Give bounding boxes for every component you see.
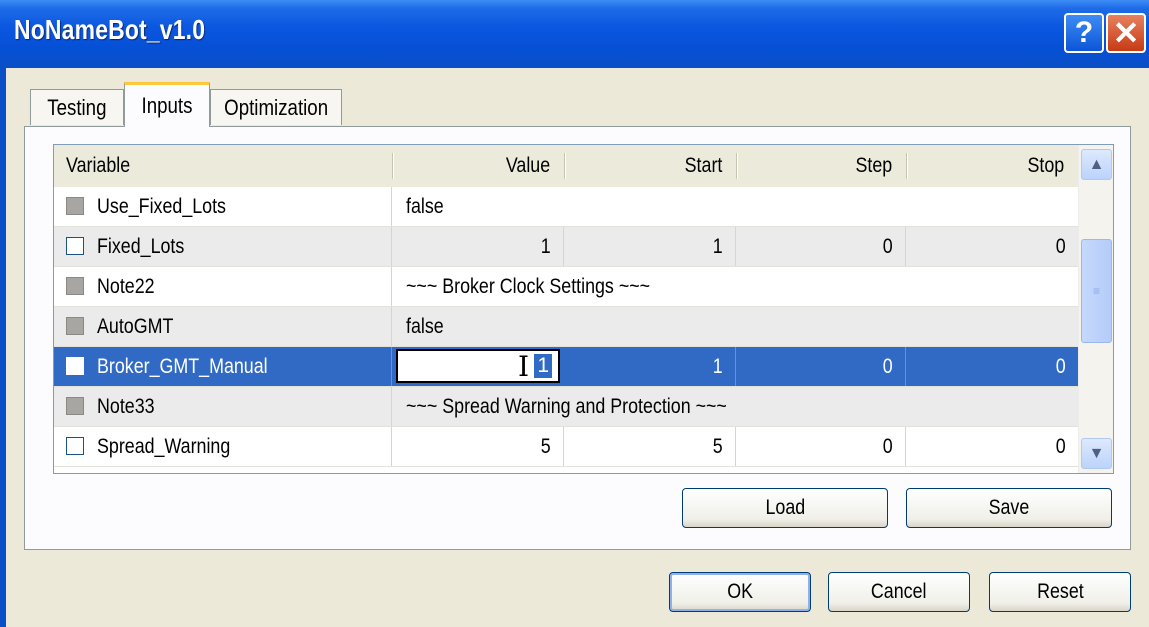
value-cell[interactable]: 5 [392,427,564,466]
table-row[interactable]: AutoGMT false [54,307,1078,347]
title-bar[interactable]: NoNameBot_v1.0 ? ✕ [0,0,1149,68]
value-cell[interactable]: false [392,187,1078,226]
grip-icon: ≡ [1092,284,1100,298]
tab-testing[interactable]: Testing [30,89,124,125]
value-cell[interactable]: ~~~ Broker Clock Settings ~~~ [392,267,1078,306]
variable-name: Broker_GMT_Manual [54,347,392,386]
dialog-window: NoNameBot_v1.0 ? ✕ Testing Inputs Optimi… [0,0,1149,627]
table-row[interactable]: Spread_Warning 5 5 0 0 [54,427,1078,467]
vertical-scrollbar[interactable]: ▲ ≡ ▼ [1078,145,1113,473]
table-row[interactable]: Use_Fixed_Lots false [54,187,1078,227]
tab-inputs[interactable]: Inputs [124,82,210,127]
variable-name: Use_Fixed_Lots [54,187,392,226]
column-header-step[interactable]: Step [736,145,906,187]
stop-cell[interactable]: 0 [906,227,1078,266]
scroll-down-button[interactable]: ▼ [1081,438,1112,469]
variable-name: Note22 [54,267,392,306]
table-row[interactable]: Fixed_Lots 1 1 0 0 [54,227,1078,267]
step-cell[interactable]: 0 [736,347,906,386]
column-header-value[interactable]: Value [392,145,564,187]
stop-cell[interactable]: 0 [906,347,1078,386]
start-cell[interactable]: 5 [564,427,736,466]
chevron-up-icon: ▲ [1088,155,1105,173]
help-button[interactable]: ? [1064,13,1104,53]
start-cell[interactable]: 1 [564,347,736,386]
scroll-thumb[interactable]: ≡ [1081,239,1112,343]
window-border [0,68,6,627]
ok-button[interactable]: OK [669,572,811,612]
stop-cell[interactable]: 0 [906,427,1078,466]
window-title: NoNameBot_v1.0 [14,14,206,45]
value-edit-text: 1 [534,354,552,378]
step-cell[interactable]: 0 [736,427,906,466]
inputs-grid: Variable Value Start Step Stop Use_Fixed… [53,144,1114,474]
close-button[interactable]: ✕ [1106,13,1146,53]
variable-name: Fixed_Lots [54,227,392,266]
value-cell[interactable]: ~~~ Spread Warning and Protection ~~~ [392,387,1078,426]
value-cell[interactable]: 1 [392,227,564,266]
tab-optimization[interactable]: Optimization [210,89,342,125]
step-cell[interactable]: 0 [736,227,906,266]
table-row-selected[interactable]: Broker_GMT_Manual I 1 1 0 0 [54,347,1078,387]
start-cell[interactable]: 1 [564,227,736,266]
grid-header: Variable Value Start Step Stop [54,145,1078,188]
variable-name: Spread_Warning [54,427,392,466]
cancel-button[interactable]: Cancel [828,572,970,612]
text-cursor-icon: I [518,350,530,383]
column-header-stop[interactable]: Stop [906,145,1078,187]
table-row[interactable]: Note22 ~~~ Broker Clock Settings ~~~ [54,267,1078,307]
scroll-up-button[interactable]: ▲ [1081,149,1112,180]
load-button[interactable]: Load [682,488,888,528]
variable-name: Note33 [54,387,392,426]
reset-button[interactable]: Reset [989,572,1131,612]
save-button[interactable]: Save [906,488,1112,528]
column-header-start[interactable]: Start [564,145,736,187]
table-row[interactable]: Note33 ~~~ Spread Warning and Protection… [54,387,1078,427]
chevron-down-icon: ▼ [1088,444,1105,462]
value-edit-field[interactable]: I 1 [396,349,560,383]
variable-name: AutoGMT [54,307,392,346]
column-header-variable[interactable]: Variable [54,145,392,187]
value-cell[interactable]: false [392,307,1078,346]
